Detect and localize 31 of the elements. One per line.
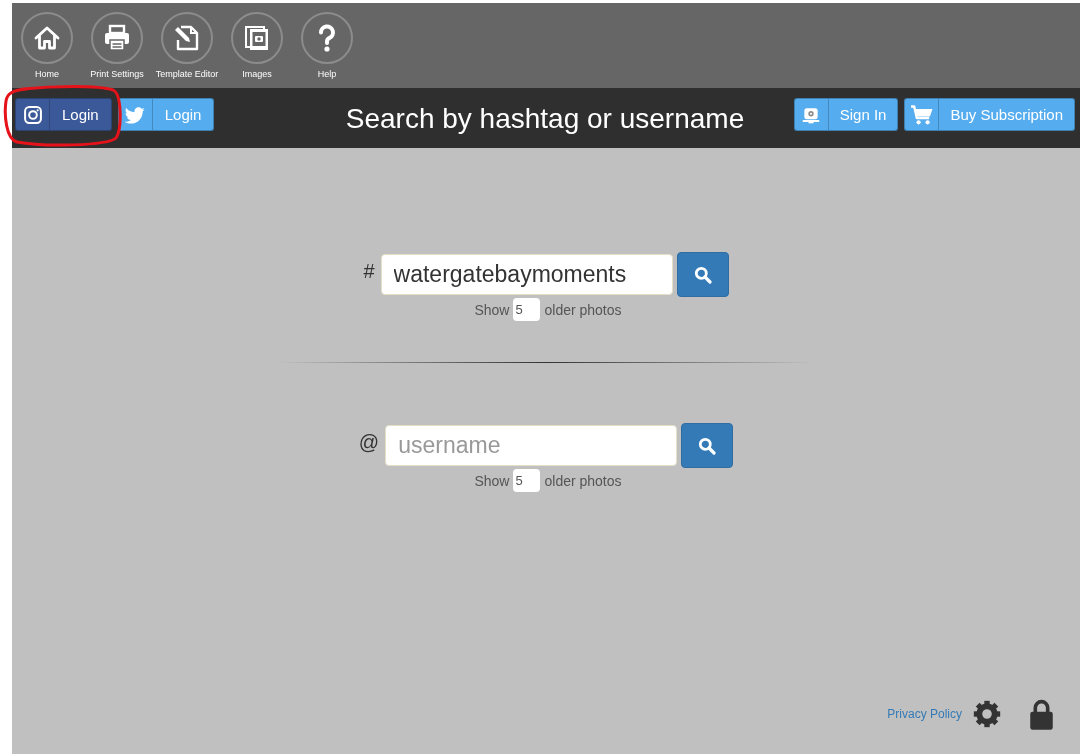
prefix-symbol: # [363,260,375,283]
camera-outline-icon [22,104,43,125]
older-photos-label: older photos [544,301,622,318]
house-icon [21,12,73,64]
login-button[interactable]: Login [15,98,112,131]
search-icon [693,265,712,284]
toolbar-button[interactable]: Images [222,3,292,88]
toolbar-button[interactable]: Template Editor [152,3,222,88]
count-field[interactable]: 5 [513,469,541,492]
count-field[interactable]: 5 [513,298,541,321]
show-label: Show [474,301,510,318]
bird-icon [125,104,146,125]
older-photos-label: older photos [544,472,622,489]
search-icon [698,436,717,455]
prefix-symbol: @ [358,431,380,454]
toolbar-button[interactable]: Home [12,3,82,88]
cart-icon [909,102,934,127]
lock-icon[interactable] [1028,698,1055,730]
search-button[interactable] [676,252,729,297]
search-field[interactable]: username [385,425,678,466]
search-field[interactable]: watergatebaymoments [380,254,673,295]
toolbar-button[interactable]: Help [292,3,362,88]
search-button[interactable] [681,423,734,468]
question-mark-icon [301,12,353,64]
photo-stack-icon [231,12,283,64]
toolbar-button[interactable]: Print Settings [82,3,152,88]
page-title: Search by hashtag or username [345,102,745,136]
printer-icon [91,12,143,64]
show-label: Show [474,472,510,489]
settings-icon[interactable] [973,700,1001,728]
document-pencil-icon [161,12,213,64]
